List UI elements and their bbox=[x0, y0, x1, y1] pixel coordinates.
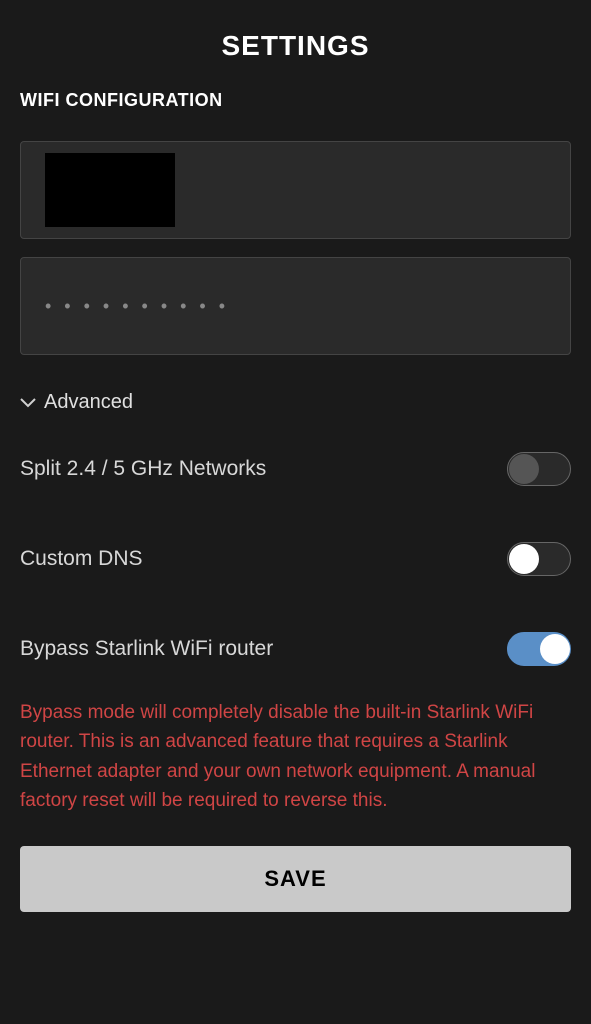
chevron-down-icon bbox=[20, 395, 36, 411]
bypass-router-label: Bypass Starlink WiFi router bbox=[20, 637, 273, 661]
advanced-toggle[interactable]: Advanced bbox=[20, 373, 571, 424]
password-input[interactable]: • • • • • • • • • • bbox=[20, 257, 571, 355]
save-button[interactable]: SAVE bbox=[20, 846, 571, 912]
network-name-input[interactable] bbox=[20, 141, 571, 239]
split-networks-label: Split 2.4 / 5 GHz Networks bbox=[20, 457, 266, 481]
bypass-warning-text: Bypass mode will completely disable the … bbox=[20, 694, 571, 836]
bypass-router-toggle[interactable] bbox=[507, 632, 571, 666]
split-networks-row: Split 2.4 / 5 GHz Networks bbox=[20, 424, 571, 514]
advanced-label: Advanced bbox=[44, 391, 133, 414]
bypass-router-row: Bypass Starlink WiFi router bbox=[20, 604, 571, 694]
toggle-knob bbox=[509, 454, 539, 484]
custom-dns-label: Custom DNS bbox=[20, 547, 143, 571]
toggle-knob bbox=[540, 634, 570, 664]
custom-dns-toggle[interactable] bbox=[507, 542, 571, 576]
toggle-knob bbox=[509, 544, 539, 574]
password-dots: • • • • • • • • • • bbox=[45, 296, 229, 317]
redacted-value bbox=[45, 153, 175, 227]
split-networks-toggle[interactable] bbox=[507, 452, 571, 486]
section-wifi-header: WIFI CONFIGURATION bbox=[20, 90, 571, 111]
custom-dns-row: Custom DNS bbox=[20, 514, 571, 604]
page-title: SETTINGS bbox=[20, 0, 571, 90]
